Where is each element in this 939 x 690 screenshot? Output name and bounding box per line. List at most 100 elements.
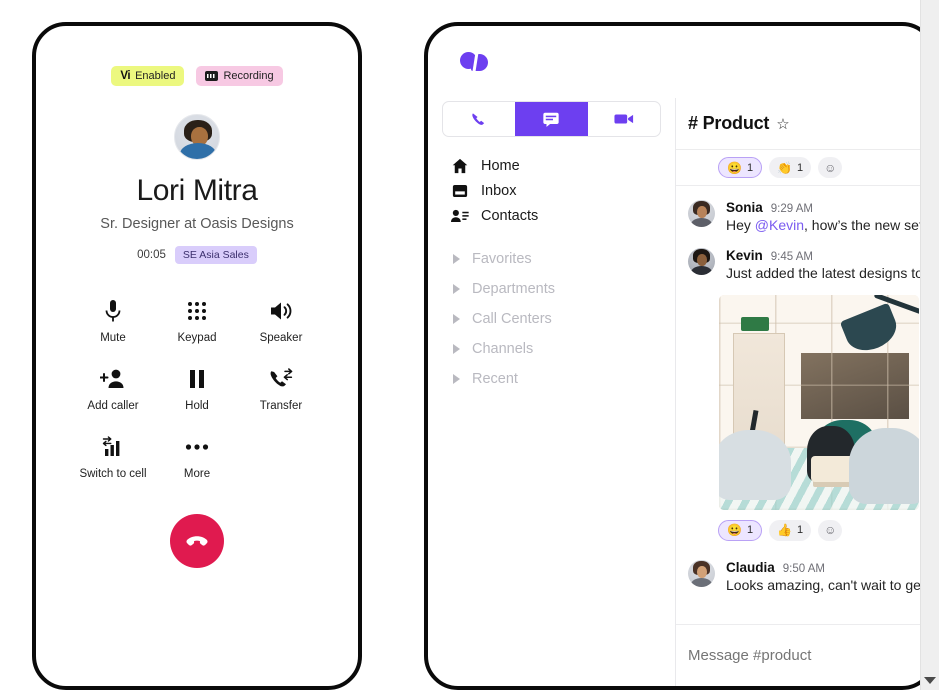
control-speaker-label: Speaker (259, 331, 303, 344)
chevron-down-icon[interactable] (924, 677, 936, 684)
smiley-emoji: 😀 (727, 523, 742, 538)
navigation-pane: Home Inbox Contacts Favorites Department… (428, 98, 676, 686)
message-text: Looks amazing, can't wait to ge (726, 576, 921, 593)
message-item: Claudia 9:50 AM Looks amazing, can't wai… (676, 548, 932, 599)
chat-application: Home Inbox Contacts Favorites Department… (428, 26, 932, 686)
pause-icon (188, 366, 206, 392)
nav-item-inbox-label: Inbox (481, 182, 517, 199)
call-line-badge: SE Asia Sales (174, 245, 257, 264)
mention-link[interactable]: @Kevin (755, 217, 804, 233)
nav-group-call-centers-label: Call Centers (472, 311, 552, 327)
app-body: Home Inbox Contacts Favorites Department… (428, 98, 932, 686)
control-hold[interactable]: Hold (155, 366, 239, 412)
message-time: 9:29 AM (770, 203, 813, 215)
switch-to-cell-icon (101, 434, 125, 460)
end-call-icon (186, 535, 208, 546)
message-meta: Kevin 9:45 AM (726, 248, 932, 263)
reaction-count: 1 (797, 161, 804, 174)
reaction-pill[interactable]: 👍 1 (769, 519, 812, 541)
reaction-row-photo: 😀 1 👍 1 ☺ (676, 510, 932, 548)
message-list[interactable]: 😀 1 👏 1 ☺ Sonia 9:29 AM Hey @Kevin, how’… (676, 150, 932, 624)
inbox-icon (451, 183, 469, 199)
page-scrollbar[interactable] (920, 0, 939, 690)
control-switch-to-cell-label: Switch to cell (79, 467, 147, 480)
call-status-badges: Vi Enabled Recording (111, 66, 283, 86)
control-mute[interactable]: Mute (71, 298, 155, 344)
message-meta: Sonia 9:29 AM (726, 200, 932, 215)
avatar (688, 559, 715, 587)
control-transfer-label: Transfer (259, 399, 303, 412)
add-reaction-icon: ☺ (824, 523, 837, 538)
control-keypad[interactable]: Keypad (155, 298, 239, 344)
nav-group-call-centers[interactable]: Call Centers (442, 304, 661, 334)
control-add-caller[interactable]: Add caller (71, 366, 155, 412)
control-transfer[interactable]: Transfer (239, 366, 323, 412)
phone-frame-call: Vi Enabled Recording Lori Mitra Sr. Desi… (32, 22, 362, 690)
nav-item-contacts[interactable]: Contacts (442, 203, 661, 228)
nav-group-favorites-label: Favorites (472, 251, 532, 267)
phone-icon (471, 112, 484, 125)
message-body: Claudia 9:50 AM Looks amazing, can't wai… (726, 560, 932, 595)
reaction-pill[interactable]: 😀 1 (718, 157, 763, 178)
message-author: Sonia (726, 200, 763, 215)
nav-group-channels[interactable]: Channels (442, 334, 661, 364)
message-text-before: Hey (726, 217, 755, 233)
microphone-icon (103, 298, 123, 324)
chevron-right-icon (453, 344, 460, 354)
ellipsis-icon (185, 434, 209, 460)
control-more[interactable]: More (155, 434, 239, 480)
nav-item-home[interactable]: Home (442, 153, 661, 178)
control-more-label: More (183, 467, 211, 480)
message-attachment-image[interactable] (719, 294, 919, 510)
message-time: 9:50 AM (782, 562, 825, 575)
nav-group-recent-label: Recent (472, 371, 518, 387)
nav-group-departments[interactable]: Departments (442, 274, 661, 304)
message-item: Sonia 9:29 AM Hey @Kevin, how’s the new … (676, 186, 932, 239)
star-icon[interactable]: ☆ (776, 115, 789, 133)
nav-item-home-label: Home (481, 157, 520, 174)
nav-item-contacts-label: Contacts (481, 207, 539, 224)
contacts-icon (451, 208, 469, 224)
thumbs-up-emoji: 👍 (777, 523, 793, 538)
vi-logo-icon: Vi (120, 70, 131, 82)
add-reaction-button[interactable]: ☺ (818, 519, 843, 541)
nav-item-inbox[interactable]: Inbox (442, 178, 661, 203)
add-reaction-button[interactable]: ☺ (818, 157, 843, 178)
active-call-screen: Vi Enabled Recording Lori Mitra Sr. Desi… (36, 26, 358, 686)
tab-calls[interactable] (443, 102, 515, 136)
badge-recording-label: Recording (223, 70, 274, 82)
call-transfer-icon (269, 366, 293, 392)
message-body: Kevin 9:45 AM Just added the latest desi… (726, 248, 932, 283)
app-topbar (428, 26, 932, 98)
nav-group-favorites[interactable]: Favorites (442, 244, 661, 274)
reaction-row-top: 😀 1 👏 1 ☺ (676, 150, 932, 185)
control-speaker[interactable]: Speaker (239, 298, 323, 344)
end-call-button[interactable] (170, 513, 224, 568)
call-meta-row: 00:05 SE Asia Sales (137, 245, 257, 264)
control-hold-label: Hold (185, 399, 209, 412)
keypad-icon (186, 298, 208, 324)
badge-recording: Recording (196, 66, 283, 86)
caller-name: Lori Mitra (136, 174, 258, 207)
speaker-icon (269, 298, 293, 324)
call-controls-grid: Mute Keypad Speaker Add caller Hold Tran… (71, 298, 323, 480)
screenshot-root: Vi Enabled Recording Lori Mitra Sr. Desi… (0, 0, 939, 690)
control-add-caller-label: Add caller (87, 399, 139, 412)
nav-group-channels-label: Channels (472, 341, 534, 357)
control-switch-to-cell[interactable]: Switch to cell (71, 434, 155, 480)
badge-vi-label: Enabled (135, 70, 176, 82)
channel-name-text: Product (702, 113, 770, 133)
message-body: Sonia 9:29 AM Hey @Kevin, how’s the new … (726, 200, 932, 235)
message-composer[interactable] (676, 624, 932, 686)
tab-chat[interactable] (515, 102, 588, 136)
nav-primary-list: Home Inbox Contacts (442, 153, 661, 228)
message-input[interactable] (688, 647, 932, 664)
badge-vi-enabled: Vi Enabled (111, 66, 185, 86)
nav-group-recent[interactable]: Recent (442, 364, 661, 394)
video-icon (614, 114, 633, 124)
message-text: Just added the latest designs to (726, 264, 923, 281)
reaction-pill[interactable]: 👏 1 (769, 157, 812, 178)
reaction-pill[interactable]: 😀 1 (718, 519, 763, 541)
message-time: 9:45 AM (770, 250, 813, 263)
tab-video[interactable] (588, 102, 660, 136)
